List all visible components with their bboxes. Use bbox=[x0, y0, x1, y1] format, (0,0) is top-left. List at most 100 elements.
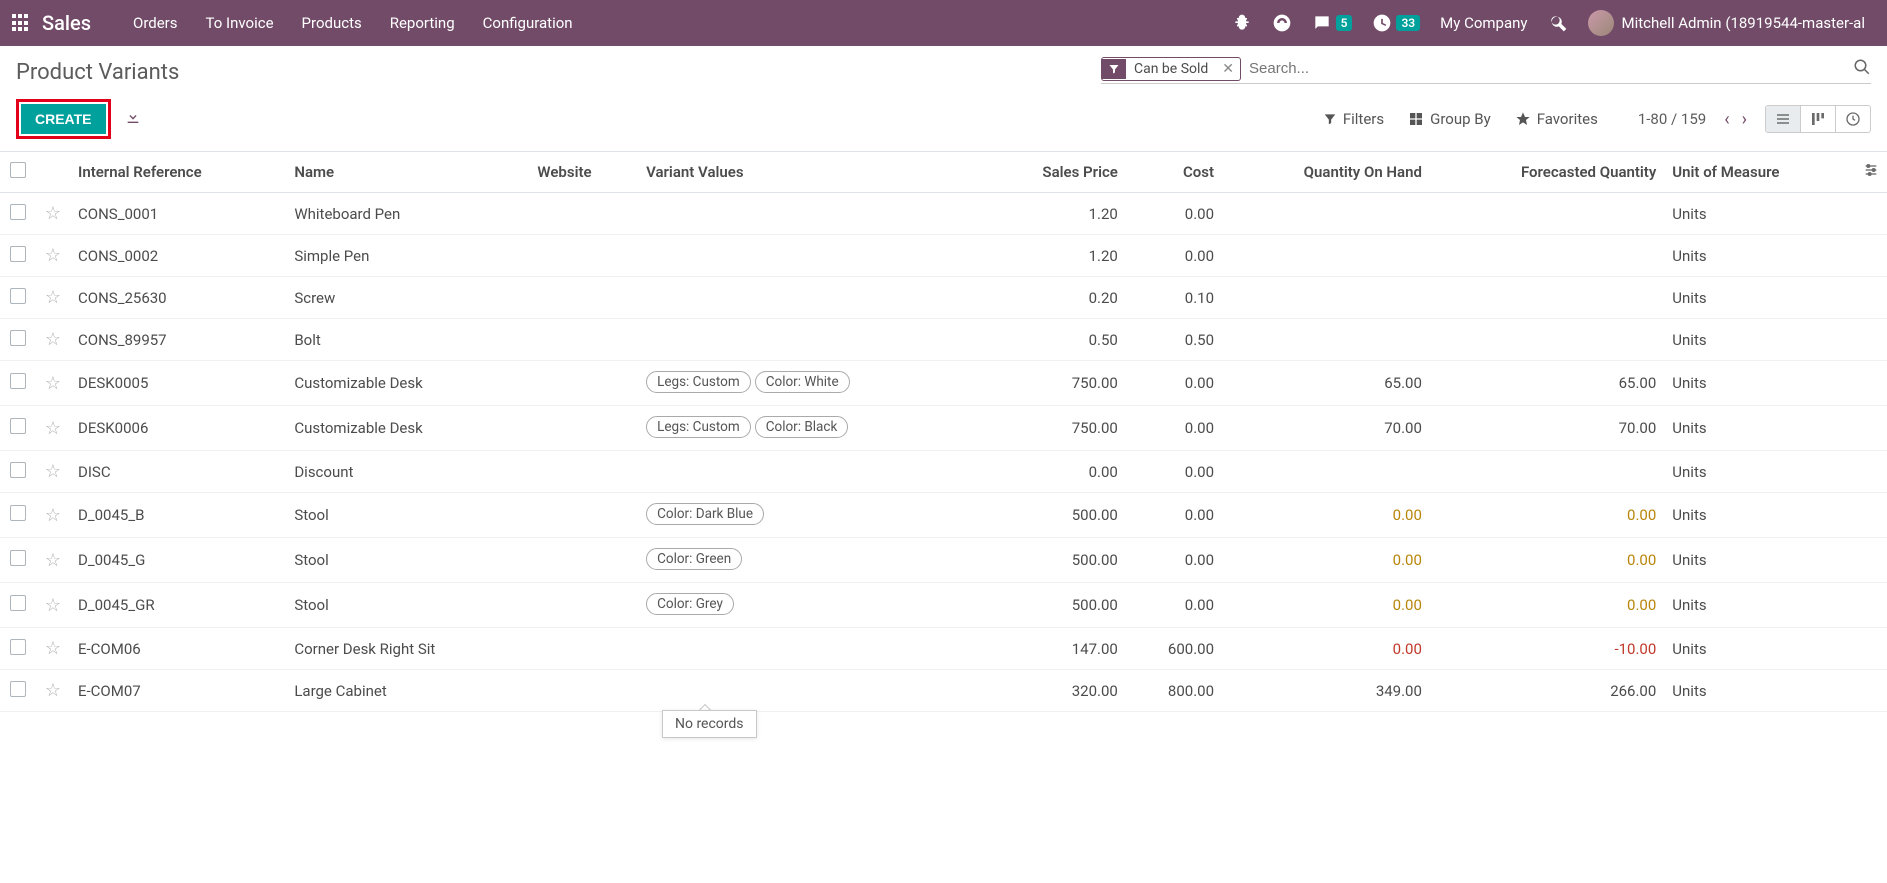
table-row[interactable]: ☆ CONS_89957 Bolt 0.50 0.50 Units bbox=[0, 319, 1887, 361]
menu-products[interactable]: Products bbox=[288, 14, 376, 32]
col-internal-ref[interactable]: Internal Reference bbox=[70, 152, 286, 193]
cell-onhand bbox=[1222, 319, 1430, 361]
star-icon[interactable]: ☆ bbox=[45, 638, 61, 659]
col-name[interactable]: Name bbox=[286, 152, 529, 193]
star-icon[interactable]: ☆ bbox=[45, 505, 61, 526]
adjust-columns-icon[interactable] bbox=[1863, 164, 1879, 182]
table-row[interactable]: ☆ D_0045_B Stool Color: Dark Blue 500.00… bbox=[0, 493, 1887, 538]
table-row[interactable]: ☆ D_0045_GR Stool Color: Grey 500.00 0.0… bbox=[0, 583, 1887, 628]
page-title: Product Variants bbox=[16, 56, 179, 93]
create-button[interactable]: CREATE bbox=[21, 104, 106, 134]
cell-cost: 0.00 bbox=[1126, 451, 1222, 493]
row-checkbox[interactable] bbox=[10, 595, 26, 611]
pager-text[interactable]: 1-80 / 159 bbox=[1638, 110, 1706, 128]
variant-tag: Color: Grey bbox=[646, 593, 734, 615]
star-icon[interactable]: ☆ bbox=[45, 680, 61, 701]
variant-tag: Legs: Custom bbox=[646, 371, 751, 393]
activity-icon[interactable]: 33 bbox=[1362, 13, 1430, 33]
table-row[interactable]: ☆ D_0045_G Stool Color: Green 500.00 0.0… bbox=[0, 538, 1887, 583]
cell-website bbox=[529, 193, 638, 235]
table-row[interactable]: ☆ DISC Discount 0.00 0.00 Units bbox=[0, 451, 1887, 493]
cell-price: 0.20 bbox=[984, 277, 1126, 319]
pager-prev[interactable]: ‹ bbox=[1720, 107, 1733, 132]
facet-remove[interactable]: ✕ bbox=[1216, 61, 1240, 77]
cell-cost: 0.00 bbox=[1126, 193, 1222, 235]
debug-icon[interactable] bbox=[1222, 13, 1262, 33]
filters-button[interactable]: Filters bbox=[1323, 110, 1384, 128]
star-icon[interactable]: ☆ bbox=[45, 245, 61, 266]
cell-variants bbox=[638, 235, 984, 277]
cell-forecast bbox=[1430, 319, 1664, 361]
row-checkbox[interactable] bbox=[10, 550, 26, 566]
cell-onhand: 0.00 bbox=[1222, 583, 1430, 628]
tools-icon[interactable] bbox=[1538, 13, 1578, 33]
app-brand[interactable]: Sales bbox=[42, 11, 91, 35]
user-menu[interactable]: Mitchell Admin (18919544-master-al bbox=[1578, 10, 1875, 36]
apps-icon[interactable] bbox=[12, 14, 30, 32]
cell-uom: Units bbox=[1664, 319, 1855, 361]
row-checkbox[interactable] bbox=[10, 204, 26, 220]
cell-price: 1.20 bbox=[984, 235, 1126, 277]
star-icon[interactable]: ☆ bbox=[45, 203, 61, 224]
menu-orders[interactable]: Orders bbox=[119, 14, 192, 32]
support-icon[interactable] bbox=[1262, 13, 1302, 33]
row-checkbox[interactable] bbox=[10, 639, 26, 655]
col-variant-values[interactable]: Variant Values bbox=[638, 152, 984, 193]
funnel-icon bbox=[1102, 59, 1126, 79]
table-row[interactable]: ☆ DESK0006 Customizable Desk Legs: Custo… bbox=[0, 406, 1887, 451]
user-name: Mitchell Admin (18919544-master-al bbox=[1622, 14, 1865, 32]
view-kanban[interactable] bbox=[1801, 106, 1836, 132]
menu-reporting[interactable]: Reporting bbox=[376, 14, 469, 32]
messaging-icon[interactable]: 5 bbox=[1302, 13, 1363, 33]
col-qty-on-hand[interactable]: Quantity On Hand bbox=[1222, 152, 1430, 193]
table-row[interactable]: ☆ CONS_0001 Whiteboard Pen 1.20 0.00 Uni… bbox=[0, 193, 1887, 235]
pager-next[interactable]: › bbox=[1738, 107, 1751, 132]
table-row[interactable]: ☆ DESK0005 Customizable Desk Legs: Custo… bbox=[0, 361, 1887, 406]
menu-configuration[interactable]: Configuration bbox=[469, 14, 587, 32]
favorites-button[interactable]: Favorites bbox=[1515, 110, 1598, 128]
cell-uom: Units bbox=[1664, 583, 1855, 628]
table-row[interactable]: ☆ E-COM07 Large Cabinet 320.00 800.00 34… bbox=[0, 670, 1887, 712]
star-icon[interactable]: ☆ bbox=[45, 418, 61, 439]
cell-website bbox=[529, 361, 638, 406]
col-sales-price[interactable]: Sales Price bbox=[984, 152, 1126, 193]
star-icon[interactable]: ☆ bbox=[45, 287, 61, 308]
star-icon[interactable]: ☆ bbox=[45, 461, 61, 482]
check-all[interactable] bbox=[10, 162, 26, 178]
col-website[interactable]: Website bbox=[529, 152, 638, 193]
cell-ref: D_0045_G bbox=[70, 538, 286, 583]
table-row[interactable]: ☆ E-COM06 Corner Desk Right Sit 147.00 6… bbox=[0, 628, 1887, 670]
star-icon[interactable]: ☆ bbox=[45, 329, 61, 350]
row-checkbox[interactable] bbox=[10, 418, 26, 434]
star-icon[interactable]: ☆ bbox=[45, 550, 61, 571]
search-icon[interactable] bbox=[1853, 58, 1871, 80]
col-cost[interactable]: Cost bbox=[1126, 152, 1222, 193]
menu-to-invoice[interactable]: To Invoice bbox=[192, 14, 288, 32]
row-checkbox[interactable] bbox=[10, 288, 26, 304]
row-checkbox[interactable] bbox=[10, 246, 26, 262]
cell-onhand bbox=[1222, 193, 1430, 235]
company-switcher[interactable]: My Company bbox=[1430, 14, 1537, 32]
row-checkbox[interactable] bbox=[10, 462, 26, 478]
row-checkbox[interactable] bbox=[10, 681, 26, 697]
view-activity[interactable] bbox=[1836, 106, 1870, 132]
star-icon[interactable]: ☆ bbox=[45, 373, 61, 394]
table-wrap: Internal Reference Name Website Variant … bbox=[0, 151, 1887, 712]
table-row[interactable]: ☆ CONS_25630 Screw 0.20 0.10 Units bbox=[0, 277, 1887, 319]
star-icon[interactable]: ☆ bbox=[45, 595, 61, 616]
cell-variants bbox=[638, 319, 984, 361]
view-list[interactable] bbox=[1766, 106, 1801, 132]
table-row[interactable]: ☆ CONS_0002 Simple Pen 1.20 0.00 Units bbox=[0, 235, 1887, 277]
groupby-button[interactable]: Group By bbox=[1408, 110, 1491, 128]
cell-website bbox=[529, 277, 638, 319]
search-input[interactable] bbox=[1247, 56, 1847, 81]
cell-price: 500.00 bbox=[984, 583, 1126, 628]
col-uom[interactable]: Unit of Measure bbox=[1664, 152, 1855, 193]
col-forecasted[interactable]: Forecasted Quantity bbox=[1430, 152, 1664, 193]
row-checkbox[interactable] bbox=[10, 373, 26, 389]
cell-price: 0.50 bbox=[984, 319, 1126, 361]
row-checkbox[interactable] bbox=[10, 330, 26, 346]
export-icon[interactable] bbox=[125, 109, 141, 129]
row-checkbox[interactable] bbox=[10, 505, 26, 521]
cell-cost: 0.00 bbox=[1126, 538, 1222, 583]
